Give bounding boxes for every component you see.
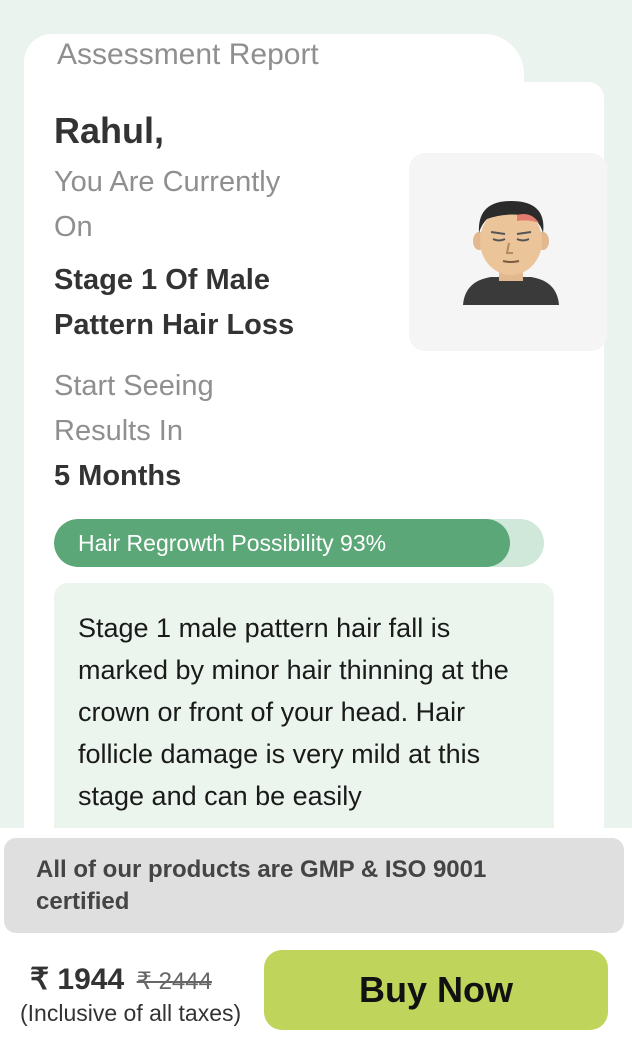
current-label-line2: On xyxy=(54,211,93,243)
results-duration: 5 Months xyxy=(54,460,182,492)
price: ₹ 1944 xyxy=(30,963,125,996)
stage-line1: Stage 1 Of Male xyxy=(54,264,270,296)
male-face-avatar-icon xyxy=(463,201,559,305)
price-row: ₹ 1944 ₹ 2444 xyxy=(30,962,212,997)
buy-now-button[interactable]: Buy Now xyxy=(264,950,608,1030)
user-name: Rahul, xyxy=(54,110,165,151)
report-tab-title: Assessment Report xyxy=(57,38,319,71)
avatar-card xyxy=(409,153,607,351)
regrowth-progress-label: Hair Regrowth Possibility 93% xyxy=(78,530,387,556)
results-label-line2: Results In xyxy=(54,415,183,447)
stage-description-box: Stage 1 male pattern hair fall is marked… xyxy=(54,583,554,843)
certification-banner: All of our products are GMP & ISO 9001 c… xyxy=(4,838,624,933)
current-label-line1: You Are Currently xyxy=(54,166,281,198)
regrowth-progress-bar: Hair Regrowth Possibility 93% xyxy=(54,519,544,567)
mrp-strikethrough: ₹ 2444 xyxy=(136,968,212,995)
stage-description-text: Stage 1 male pattern hair fall is marked… xyxy=(78,613,509,811)
stage-line2: Pattern Hair Loss xyxy=(54,309,295,341)
certification-text: All of our products are GMP & ISO 9001 c… xyxy=(36,856,487,915)
results-label-line1: Start Seeing xyxy=(54,370,214,402)
tax-note: (Inclusive of all taxes) xyxy=(20,1000,242,1026)
